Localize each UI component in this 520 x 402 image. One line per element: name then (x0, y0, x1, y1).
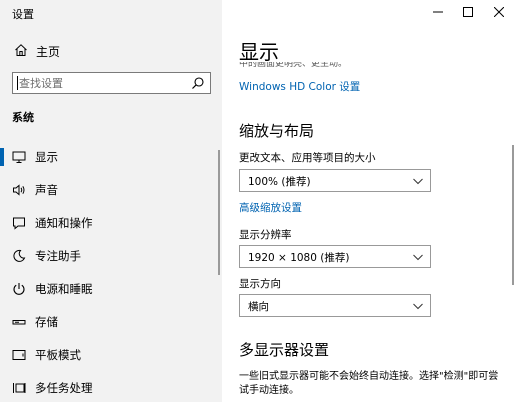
sidebar-item-label: 声音 (35, 183, 58, 197)
maximize-icon (463, 7, 473, 17)
speaker-icon (13, 184, 25, 196)
storage-icon (12, 320, 26, 325)
window-title: 设置 (12, 8, 34, 21)
sidebar-scrollbar[interactable] (218, 150, 220, 275)
sidebar-item-tablet-mode[interactable]: 平板模式 (0, 341, 222, 374)
sidebar-item-label: 通知和操作 (35, 216, 93, 230)
advanced-scaling-link[interactable]: 高级缩放设置 (239, 200, 302, 215)
multi-display-description: 一些旧式显示器可能不会始终自动连接。选择"检测"即可尝试手动连接。 (239, 371, 499, 396)
sidebar-item-label: 专注助手 (35, 249, 81, 263)
sidebar-item-label: 电源和睡眠 (35, 282, 93, 296)
text-caret (17, 76, 18, 90)
scale-value: 100% (推荐) (248, 176, 311, 188)
chevron-down-icon (413, 254, 423, 261)
scale-layout-heading: 缩放与布局 (239, 122, 315, 140)
sidebar-item-label: 多任务处理 (35, 381, 93, 395)
resolution-value: 1920 × 1080 (推荐) (248, 252, 350, 264)
orientation-value: 横向 (248, 301, 269, 313)
content-scrollbar[interactable] (512, 145, 514, 285)
sidebar-item-multitasking[interactable]: 多任务处理 (0, 374, 222, 402)
home-icon (15, 44, 27, 56)
notification-icon (13, 217, 25, 230)
resolution-label: 显示分辨率 (239, 229, 292, 241)
power-icon (13, 283, 25, 295)
monitor-icon (12, 151, 26, 163)
maximize-button[interactable] (454, 2, 482, 22)
multi-display-heading: 多显示器设置 (239, 341, 330, 359)
search-icon[interactable] (191, 76, 205, 90)
resolution-dropdown[interactable]: 1920 × 1080 (推荐) (239, 245, 431, 268)
settings-window: 设置 主页 系统 显示 (0, 0, 520, 402)
sidebar-item-display[interactable]: 显示 (0, 143, 222, 176)
sidebar-item-notifications[interactable]: 通知和操作 (0, 209, 222, 242)
search-input[interactable] (19, 75, 189, 91)
sidebar-item-focus-assist[interactable]: 专注助手 (0, 242, 222, 275)
orientation-label: 显示方向 (239, 278, 281, 290)
sidebar-item-power-sleep[interactable]: 电源和睡眠 (0, 275, 222, 308)
tablet-icon (12, 350, 26, 360)
sidebar: 设置 主页 系统 显示 (0, 0, 222, 402)
page-title: 显示 (239, 40, 279, 64)
search-box[interactable] (12, 72, 211, 94)
hd-color-description: 中的画面更明亮、更生动。 (239, 62, 348, 69)
sidebar-item-sound[interactable]: 声音 (0, 176, 222, 209)
sidebar-nav: 显示 声音 通知和操作 专注助手 电源和睡眠 存储 平板模式 多任务处理 (0, 143, 222, 402)
moon-icon (13, 249, 26, 262)
minimize-icon (433, 11, 443, 13)
close-icon (494, 7, 504, 17)
minimize-button[interactable] (424, 2, 452, 22)
hd-color-settings-link[interactable]: Windows HD Color 设置 (239, 79, 360, 94)
sidebar-item-storage[interactable]: 存储 (0, 308, 222, 341)
chevron-down-icon (413, 303, 423, 310)
size-label: 更改文本、应用等项目的大小 (239, 152, 376, 164)
sidebar-item-label: 存储 (35, 315, 58, 329)
scale-dropdown[interactable]: 100% (推荐) (239, 169, 431, 192)
chevron-down-icon (413, 178, 423, 185)
sidebar-item-label: 平板模式 (35, 348, 81, 362)
content-pane: 显示 中的画面更明亮、更生动。 Windows HD Color 设置 缩放与布… (222, 0, 520, 402)
close-button[interactable] (485, 2, 513, 22)
sidebar-item-label: 显示 (35, 150, 58, 164)
sidebar-item-label: 主页 (36, 45, 61, 59)
sidebar-item-home[interactable]: 主页 (0, 40, 222, 62)
section-heading: 系统 (12, 111, 34, 124)
orientation-dropdown[interactable]: 横向 (239, 294, 431, 317)
multitask-icon (13, 383, 26, 393)
